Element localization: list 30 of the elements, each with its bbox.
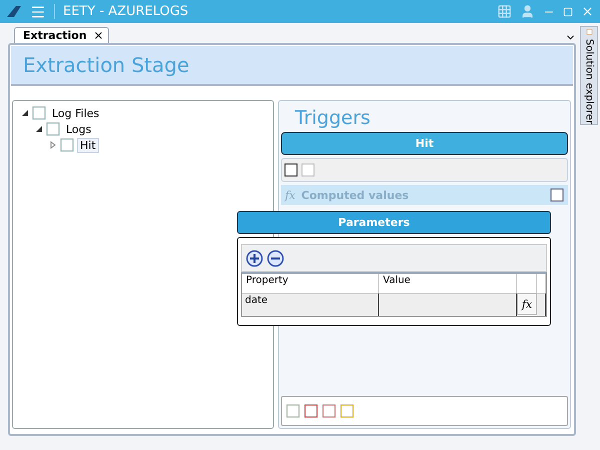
expanded-arrow-icon[interactable] (21, 109, 29, 117)
node-icon (46, 122, 60, 136)
triggers-title: Triggers (294, 106, 372, 129)
node-icon (32, 106, 46, 120)
computed-values-label: Computed values (301, 188, 409, 202)
user-icon[interactable] (520, 4, 535, 19)
expanded-arrow-icon[interactable] (35, 125, 43, 133)
table-cell: date (242, 293, 379, 316)
grid-icon[interactable] (497, 4, 512, 19)
tree-item[interactable]: Hit (77, 138, 99, 152)
stage-title: Extraction Stage (23, 53, 190, 77)
logo-icon (6, 4, 22, 18)
add-icon[interactable] (246, 250, 263, 266)
tree-item[interactable]: Logs (63, 122, 94, 136)
maximize-icon[interactable] (563, 6, 573, 16)
collapsed-arrow-icon[interactable] (49, 141, 57, 149)
close-tab-icon[interactable] (92, 30, 104, 41)
menu-icon[interactable] (30, 4, 46, 20)
close-icon[interactable] (581, 5, 594, 18)
popup-header: Parameters (237, 211, 551, 234)
side-panel-tab[interactable]: Solution explorer (580, 26, 598, 125)
table-cell (537, 293, 546, 316)
fx-button[interactable]: fx (517, 293, 537, 315)
fx-icon-text: fx (285, 188, 296, 202)
window-title: EETY - AZURELOGS (54, 4, 188, 19)
remove-icon[interactable] (267, 250, 284, 266)
tab[interactable]: Extraction (14, 27, 109, 43)
tree-item[interactable]: Log Files (49, 106, 102, 120)
side-panel-label: Solution explorer (584, 38, 594, 124)
node-icon (60, 138, 74, 152)
